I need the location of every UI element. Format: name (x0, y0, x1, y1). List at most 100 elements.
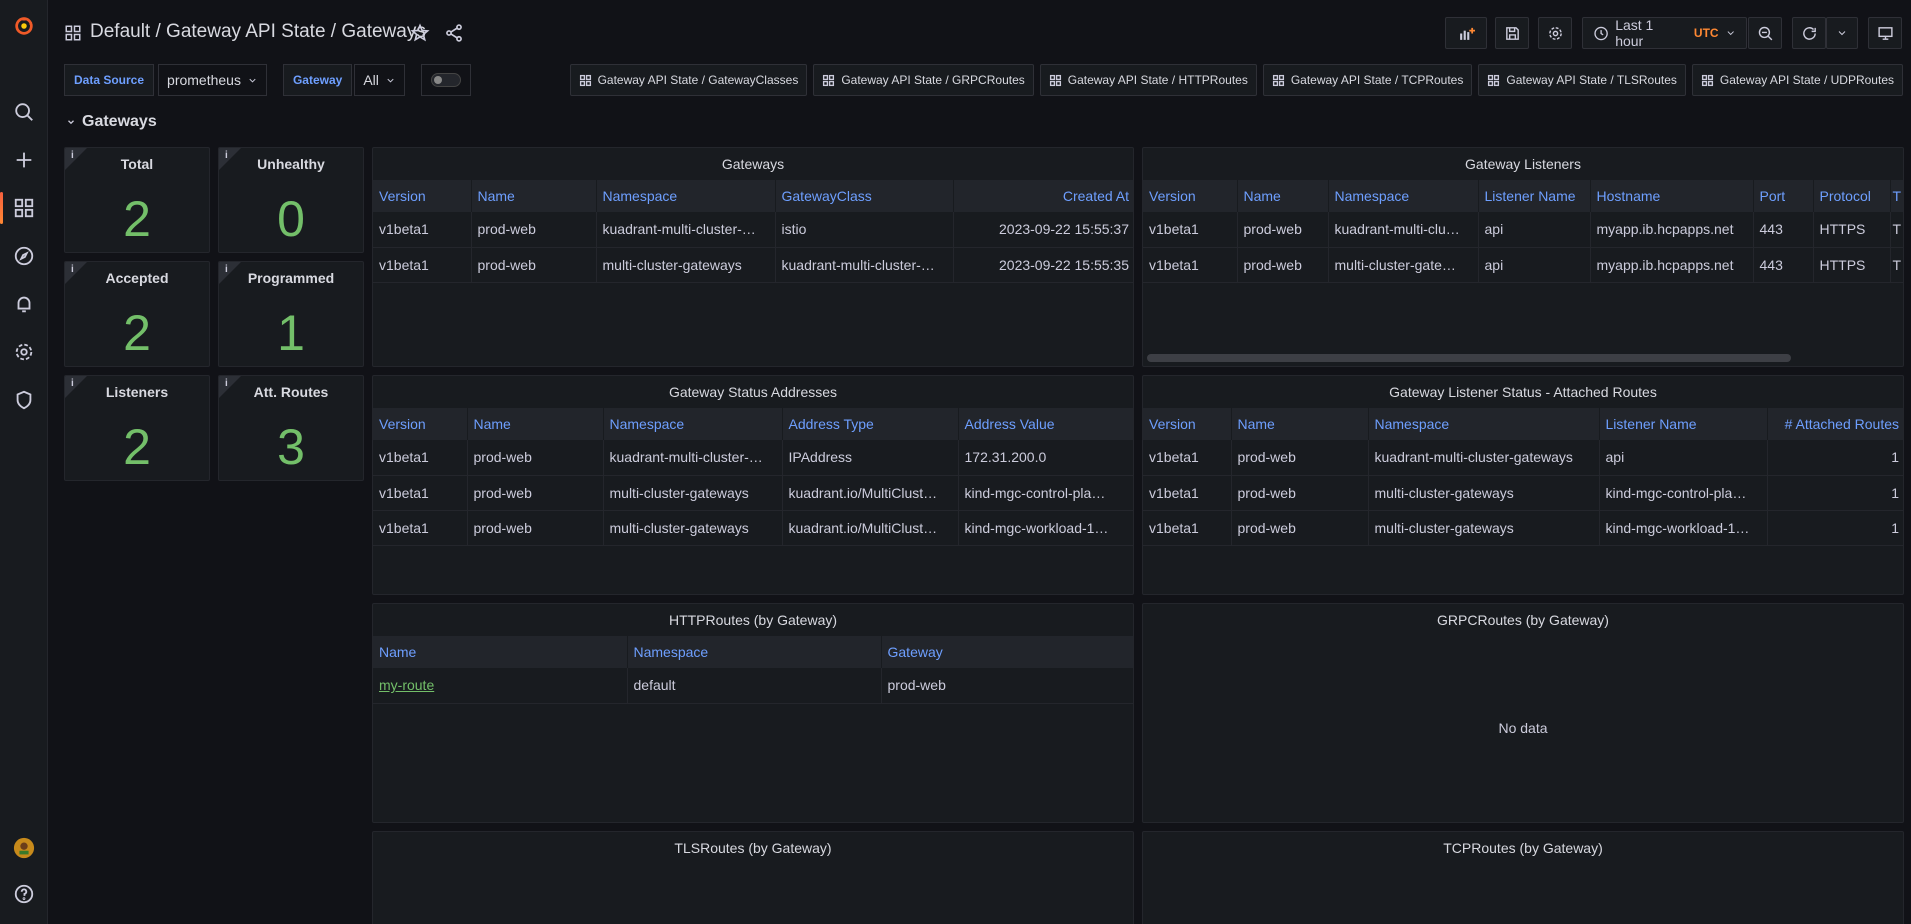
search-icon[interactable] (0, 92, 48, 132)
route-link[interactable]: my-route (379, 677, 434, 693)
column-header[interactable]: Namespace (627, 636, 882, 668)
column-header[interactable]: Version (1143, 180, 1238, 212)
tv-mode-button[interactable] (1868, 17, 1902, 49)
time-range-label: Last 1 hour (1615, 17, 1654, 49)
gateway-variable-label: Gateway (282, 64, 353, 96)
shield-icon[interactable] (0, 380, 48, 420)
datasource-select[interactable]: prometheus (158, 64, 267, 96)
column-header[interactable]: Listener Name (1599, 408, 1768, 440)
link-gatewayclasses[interactable]: Gateway API State / GatewayClasses (569, 64, 808, 96)
table-cell: prod-web (881, 668, 1133, 704)
column-header[interactable]: Port (1753, 180, 1814, 212)
info-icon[interactable]: i (225, 264, 228, 275)
link-tcproutes[interactable]: Gateway API State / TCPRoutes (1262, 64, 1473, 96)
table-cell: 1 (1767, 475, 1903, 511)
link-udproutes[interactable]: Gateway API State / UDPRoutes (1691, 64, 1903, 96)
share-icon[interactable] (444, 23, 464, 43)
column-header[interactable]: Namespace (603, 408, 783, 440)
table-cell: kind-mgc-control-pla… (958, 475, 1133, 511)
column-header[interactable]: Name (373, 636, 628, 668)
link-httproutes[interactable]: Gateway API State / HTTPRoutes (1039, 64, 1257, 96)
zoom-out-button[interactable] (1748, 17, 1782, 49)
column-header[interactable]: Namespace (1328, 180, 1479, 212)
info-icon[interactable]: i (71, 150, 74, 161)
plus-icon[interactable] (0, 140, 48, 180)
dashboards-icon[interactable] (0, 188, 48, 228)
column-header[interactable]: Version (1143, 408, 1232, 440)
column-header[interactable]: Namespace (1368, 408, 1600, 440)
table-cell: v1beta1 (373, 212, 472, 248)
info-icon[interactable]: i (225, 378, 228, 389)
gateway-listeners-table: Version Name Namespace Listener Name Hos… (1143, 180, 1903, 283)
table-cell: 443 (1753, 212, 1814, 248)
column-header[interactable]: Listener Name (1478, 180, 1591, 212)
column-header[interactable]: Name (471, 180, 597, 212)
star-icon[interactable] (410, 23, 430, 43)
link-label: Gateway API State / UDPRoutes (1719, 73, 1894, 87)
info-icon[interactable]: i (71, 264, 74, 275)
column-header[interactable]: Namespace (596, 180, 776, 212)
refresh-icon (1802, 26, 1816, 40)
table-cell: prod-web (1231, 510, 1369, 546)
horizontal-scrollbar[interactable] (1147, 354, 1791, 362)
gateway-select[interactable]: All (354, 64, 405, 96)
breadcrumb-folder[interactable]: Default (90, 21, 150, 42)
time-range-picker[interactable]: Last 1 hour UTC (1582, 17, 1747, 49)
table-cell: v1beta1 (373, 475, 468, 511)
column-header[interactable]: Name (467, 408, 604, 440)
table-cell: multi-cluster-gateways (596, 247, 776, 283)
row-header-gateways[interactable]: Gateways (66, 113, 157, 131)
toggle-switch[interactable] (420, 64, 471, 96)
dashboard-grid-icon (1701, 74, 1713, 86)
gateways-table: Version Name Namespace GatewayClass Crea… (373, 180, 1133, 283)
column-header[interactable]: Address Type (782, 408, 959, 440)
table-cell: kind-mgc-control-pla… (1599, 475, 1768, 511)
clock-icon (1594, 26, 1608, 40)
add-panel-button[interactable] (1445, 17, 1487, 49)
column-header[interactable]: GatewayClass (775, 180, 954, 212)
column-header[interactable]: Gateway (881, 636, 1133, 668)
link-tlsroutes[interactable]: Gateway API State / TLSRoutes (1478, 64, 1686, 96)
column-header[interactable]: # Attached Routes (1767, 408, 1903, 440)
breadcrumb: Default / Gateway API State / Gateways (90, 21, 426, 43)
info-icon[interactable]: i (71, 378, 74, 389)
info-icon[interactable]: i (225, 150, 228, 161)
table-cell: multi-cluster-gateways (603, 475, 783, 511)
column-header[interactable]: T (1890, 180, 1903, 212)
table-cell: 2023-09-22 15:55:37 (953, 212, 1133, 248)
table-cell: v1beta1 (373, 510, 468, 546)
help-icon[interactable] (0, 874, 48, 914)
column-header[interactable]: Version (373, 180, 472, 212)
link-grpcroutes[interactable]: Gateway API State / GRPCRoutes (813, 64, 1034, 96)
column-header[interactable]: Created At (953, 180, 1133, 212)
table-cell: multi-cluster-gateways (1368, 475, 1600, 511)
table-cell: multi-cluster-gateways (1368, 510, 1600, 546)
no-data-message: No data (1498, 720, 1548, 736)
save-dashboard-button[interactable] (1495, 17, 1529, 49)
column-header[interactable]: Name (1231, 408, 1369, 440)
stat-value: 3 (277, 419, 305, 475)
grafana-logo-icon[interactable] (0, 6, 48, 46)
dashboard-settings-button[interactable] (1538, 17, 1572, 49)
table-cell: kuadrant-multi-cluster-… (596, 212, 776, 248)
template-variables: Data Source prometheus Gateway All (64, 64, 471, 96)
column-header[interactable]: Address Value (958, 408, 1133, 440)
chevron-down-icon (68, 120, 74, 125)
column-header[interactable]: Hostname (1590, 180, 1754, 212)
chevron-down-icon (1838, 31, 1846, 36)
column-header[interactable]: Version (373, 408, 468, 440)
user-avatar[interactable] (0, 828, 48, 868)
table-cell: prod-web (471, 247, 597, 283)
stat-value: 1 (277, 305, 305, 361)
explore-compass-icon[interactable] (0, 236, 48, 276)
panel-title: GRPCRoutes (by Gateway) (1437, 612, 1609, 628)
settings-gear-icon[interactable] (0, 332, 48, 372)
refresh-interval-dropdown[interactable] (1826, 17, 1858, 49)
table-row: v1beta1 prod-web kuadrant-multi-cluster-… (373, 212, 1133, 248)
refresh-button[interactable] (1792, 17, 1826, 49)
dashboard-grid-icon (579, 74, 591, 86)
table-cell: v1beta1 (373, 247, 472, 283)
column-header[interactable]: Name (1237, 180, 1329, 212)
column-header[interactable]: Protocol (1813, 180, 1891, 212)
alerting-bell-icon[interactable] (0, 284, 48, 324)
